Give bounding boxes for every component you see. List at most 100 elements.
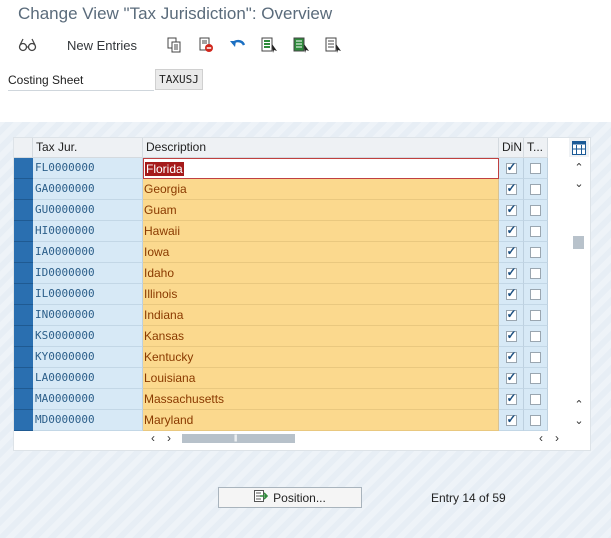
table-row: MD0000000 Maryland [14,410,548,431]
scroll-down-icon[interactable]: ⌄ [569,413,589,427]
din-checkbox[interactable] [505,328,517,342]
horizontal-scrollbar: ‹ › ||| ‹ › [144,430,569,446]
page-title: Change View "Tax Jurisdiction": Overview [18,4,333,23]
row-selector[interactable] [14,221,33,242]
row-selector[interactable] [14,347,33,368]
glasses-icon[interactable] [16,32,40,58]
din-checkbox[interactable] [505,160,517,174]
row-selector[interactable] [14,179,33,200]
t-checkbox[interactable] [530,204,541,216]
table-row: IL0000000 Illinois [14,284,548,305]
din-checkbox[interactable] [505,391,517,405]
column-header-din[interactable]: DiN [499,138,524,157]
column-header-t[interactable]: T... [524,138,548,157]
horizontal-scroll-thumb[interactable]: ||| [182,434,295,443]
vertical-scroll-thumb[interactable] [573,236,584,249]
tax-jur-cell: IA0000000 [33,242,143,263]
din-cell [499,221,524,242]
new-entries-label: New Entries [66,37,138,53]
description-cell[interactable]: Maryland [143,410,499,431]
new-entries-button[interactable]: New Entries [62,32,142,58]
t-checkbox[interactable] [530,183,541,195]
description-cell[interactable]: Kentucky [143,347,499,368]
row-selector[interactable] [14,263,33,284]
table-row: ID0000000 Idaho [14,263,548,284]
t-checkbox[interactable] [530,288,541,300]
description-cell[interactable]: Indiana [143,305,499,326]
t-cell [524,179,548,200]
t-checkbox[interactable] [530,351,541,363]
din-checkbox[interactable] [505,265,517,279]
description-cell[interactable]: Guam [143,200,499,221]
row-selector[interactable] [14,305,33,326]
t-cell [524,221,548,242]
t-cell [524,200,548,221]
din-checkbox[interactable] [505,349,517,363]
row-selector[interactable] [14,242,33,263]
table-row: MA0000000 Massachusetts [14,389,548,410]
din-checkbox[interactable] [505,307,517,321]
column-header-tax-jur[interactable]: Tax Jur. [33,138,143,157]
table-row: IA0000000 Iowa [14,242,548,263]
scroll-right-end-icon[interactable]: › [550,430,564,446]
din-cell [499,347,524,368]
description-cell[interactable]: Idaho [143,263,499,284]
row-selector[interactable] [14,410,33,431]
deselect-all-icon[interactable] [323,32,345,58]
t-checkbox[interactable] [530,309,541,321]
row-selector[interactable] [14,326,33,347]
page-up-bottom-icon[interactable]: ⌃ [569,397,589,411]
scroll-left-icon[interactable]: ‹ [146,430,160,446]
description-cell[interactable]: Illinois [143,284,499,305]
description-cell[interactable]: Louisiana [143,368,499,389]
t-checkbox[interactable] [530,246,541,258]
position-button[interactable]: Position... [218,487,362,508]
scroll-up-icon[interactable]: ⌃ [569,160,589,174]
row-selector[interactable] [14,284,33,305]
select-all-rows-header[interactable] [14,138,33,157]
page-up-icon[interactable]: ⌄ [569,176,589,190]
t-checkbox[interactable] [530,267,541,279]
t-cell [524,242,548,263]
t-checkbox[interactable] [530,372,541,384]
din-checkbox[interactable] [505,286,517,300]
t-checkbox[interactable] [530,330,541,342]
scroll-left-end-icon[interactable]: ‹ [534,430,548,446]
t-checkbox[interactable] [530,414,541,426]
tax-jur-cell: GA0000000 [33,179,143,200]
description-cell[interactable]: Kansas [143,326,499,347]
description-cell[interactable]: Iowa [143,242,499,263]
t-cell [524,389,548,410]
select-all-icon[interactable] [259,32,281,58]
costing-sheet-label: Costing Sheet [8,70,154,91]
din-checkbox[interactable] [505,202,517,216]
select-block-icon[interactable] [291,32,313,58]
t-checkbox[interactable] [530,162,541,174]
din-cell [499,389,524,410]
din-cell [499,200,524,221]
delete-icon[interactable] [195,32,217,58]
t-checkbox[interactable] [530,393,541,405]
row-selector[interactable] [14,200,33,221]
description-cell[interactable]: Massachusetts [143,389,499,410]
din-checkbox[interactable] [505,244,517,258]
din-checkbox[interactable] [505,412,517,426]
copy-icon[interactable] [163,32,185,58]
table-settings-icon[interactable] [569,138,589,157]
description-cell[interactable]: Hawaii [143,221,499,242]
din-checkbox[interactable] [505,223,517,237]
row-selector[interactable] [14,368,33,389]
description-cell[interactable]: Georgia [143,179,499,200]
row-selector[interactable] [14,158,33,179]
column-header-description[interactable]: Description [143,138,499,157]
t-cell [524,347,548,368]
undo-icon[interactable] [227,32,249,58]
t-checkbox[interactable] [530,225,541,237]
description-cell[interactable]: Florida [143,158,499,179]
scroll-right-icon[interactable]: › [162,430,176,446]
table-row: KY0000000 Kentucky [14,347,548,368]
din-checkbox[interactable] [505,370,517,384]
entry-counter: Entry 14 of 59 [431,491,506,505]
din-checkbox[interactable] [505,181,517,195]
row-selector[interactable] [14,389,33,410]
